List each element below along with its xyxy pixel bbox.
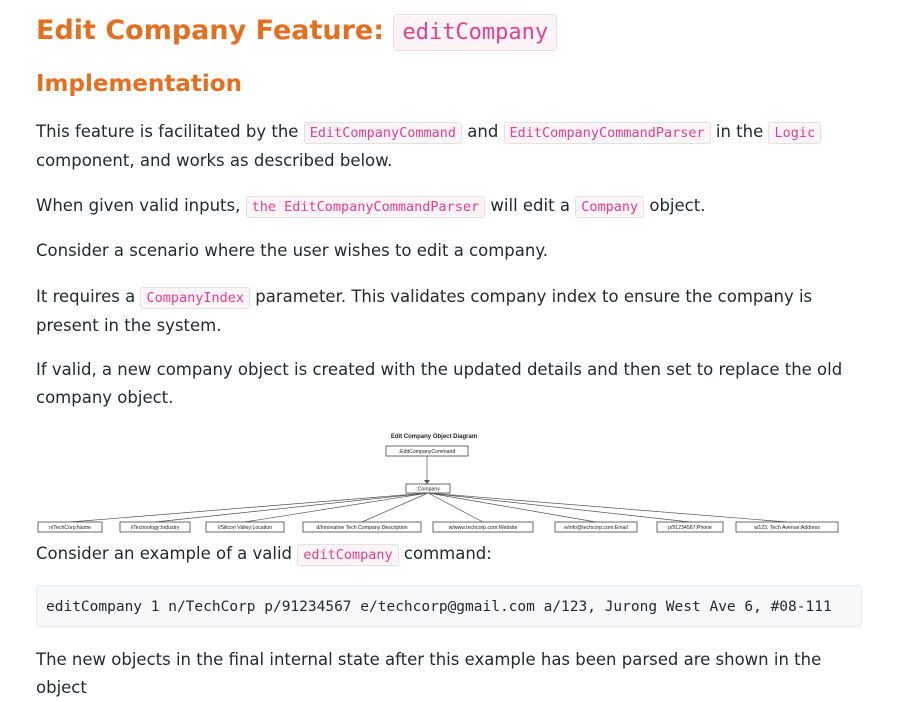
- paragraph-final-state: The new objects in the final internal st…: [36, 650, 822, 697]
- diagram-edge-1: [154, 492, 429, 523]
- diagram-edge-5: [427, 492, 597, 523]
- diagram-node-root-label: :EditCompanyCommand: [399, 449, 456, 455]
- diagram-edge-2: [244, 492, 429, 523]
- diagram-edge-7: [427, 492, 788, 523]
- paragraph-scenario: Consider a scenario where the user wishe…: [36, 241, 548, 260]
- inline-code-parser: the EditCompanyCommandParser: [245, 196, 486, 218]
- diagram-node-child-label: l/Silicon Valley:Location: [218, 525, 272, 531]
- inline-code-editcompany: editCompany: [297, 544, 399, 566]
- diagram-node-center-label: :Company: [416, 487, 440, 493]
- inline-code-logic: Logic: [768, 122, 822, 144]
- diagram-node-child-label: a/123, Tech Avenue:Address: [754, 525, 820, 531]
- inline-code-editcompanycommand: EditCompanyCommand: [303, 122, 462, 144]
- paragraph-requires-index: It requires a CompanyIndex parameter. Th…: [36, 287, 813, 335]
- diagram-node-child-label: w/www.techcorp.com:Website: [449, 525, 518, 531]
- diagram-title: Edit Company Object Diagram: [391, 434, 477, 440]
- inline-code-editcompanycommandparser: EditCompanyCommandParser: [503, 122, 711, 144]
- page-title: Edit Company Feature: editCompany: [36, 12, 558, 52]
- page-title-code: editCompany: [393, 14, 558, 51]
- object-diagram-svg: Edit Company Object Diagram :EditCompany…: [37, 434, 839, 533]
- object-diagram: Edit Company Object Diagram :EditCompany…: [36, 428, 864, 542]
- diagram-node-child-label: n/TechCorp:Name: [49, 525, 91, 531]
- inline-code-company: Company: [575, 196, 645, 218]
- paragraph-example-intro: Consider an example of a valid editCompa…: [36, 540, 864, 569]
- page-title-text: Edit Company Feature:: [36, 15, 385, 46]
- section-heading-implementation: Implementation: [36, 71, 242, 97]
- diagram-node-child-label: e/info@techcorp.com:Email: [564, 525, 628, 531]
- diagram-edge-0: [69, 492, 429, 523]
- code-block-example: editCompany 1 n/TechCorp p/91234567 e/te…: [36, 585, 862, 627]
- paragraph-facilitated: This feature is facilitated by the EditC…: [36, 118, 864, 175]
- diagram-children: n/TechCorp:Name i/Technology:Industry l/Si…: [37, 492, 839, 533]
- diagram-arrowhead-root: [424, 480, 430, 484]
- diagram-node-child-label: p/91234567:Phone: [668, 525, 712, 531]
- paragraph-if-valid: If valid, a new company object is create…: [36, 360, 843, 407]
- diagram-node-child-label: d/Innovative Tech Company:Description: [316, 525, 407, 531]
- diagram-edge-6: [427, 492, 691, 523]
- diagram-edge-4: [427, 492, 484, 523]
- inline-code-companyindex: CompanyIndex: [140, 287, 250, 309]
- paragraph-valid-inputs: When given valid inputs, the EditCompany…: [36, 192, 864, 221]
- diagram-node-child-label: i/Technology:Industry: [131, 525, 180, 531]
